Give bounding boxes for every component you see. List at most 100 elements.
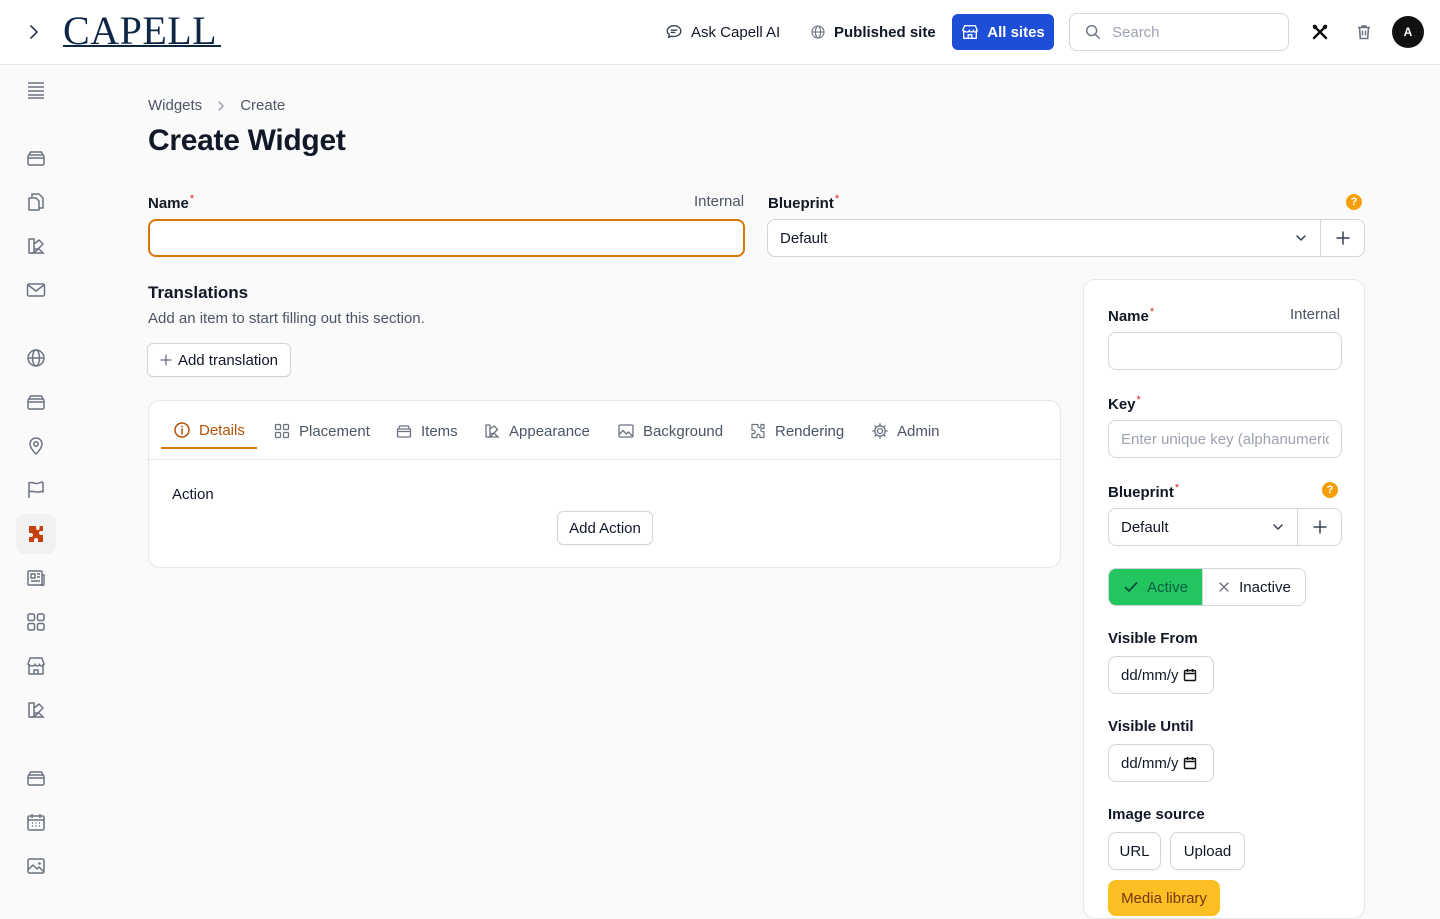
sidebar-item-flag[interactable] [16, 470, 56, 510]
name-field[interactable] [150, 221, 743, 255]
tools-button[interactable] [1308, 20, 1332, 44]
blueprint-label-text: Blueprint [768, 195, 834, 212]
sidebar-item-archive-3[interactable] [16, 758, 56, 798]
search-icon [1084, 23, 1102, 41]
sidebar-item-documents[interactable] [16, 182, 56, 222]
translations-description: Add an item to start filling out this se… [148, 310, 425, 327]
chevron-down-icon [1273, 524, 1283, 531]
storefront-icon [961, 23, 979, 41]
side-name-field-wrapper [1108, 332, 1342, 370]
name-field-wrapper [148, 219, 745, 257]
sidebar-item-location[interactable] [16, 426, 56, 466]
tab-appearance[interactable]: Appearance [471, 413, 602, 449]
tab-placement-label: Placement [299, 422, 370, 440]
sidebar-item-media[interactable] [16, 846, 56, 886]
image-source-upload-button[interactable]: Upload [1170, 832, 1245, 870]
active-option[interactable]: Active [1109, 569, 1202, 605]
add-blueprint-button[interactable] [1320, 220, 1364, 256]
top-bar: CAPELL Ask Capell AI Published site All … [0, 0, 1440, 65]
delete-button[interactable] [1352, 20, 1376, 44]
chevron-right-icon [214, 99, 228, 113]
ask-ai-link[interactable]: Ask Capell AI [665, 20, 780, 44]
squares-icon [27, 613, 45, 631]
add-action-button[interactable]: Add Action [557, 511, 653, 545]
add-action-label: Add Action [569, 519, 641, 537]
side-name-label-text: Name [1108, 308, 1149, 325]
key-label: Key* [1108, 394, 1141, 413]
visible-until-label: Visible Until [1108, 718, 1194, 735]
wrench-screwdriver-icon [1312, 24, 1328, 40]
tab-placement[interactable]: Placement [261, 413, 382, 449]
sidebar-item-swatch-2[interactable] [16, 690, 56, 730]
sidebar-item-archive[interactable] [16, 138, 56, 178]
published-site-link[interactable]: Published site [810, 20, 936, 44]
help-icon[interactable]: ? [1346, 194, 1362, 210]
active-label: Active [1147, 578, 1188, 596]
media-library-button[interactable]: Media library [1108, 880, 1220, 916]
user-avatar[interactable]: A [1392, 16, 1424, 48]
map-pin-icon [29, 437, 43, 456]
search-input[interactable] [1112, 23, 1272, 41]
image-source-label: Image source [1108, 806, 1205, 823]
inactive-option[interactable]: Inactive [1202, 569, 1305, 605]
status-toggle: Active Inactive [1108, 568, 1306, 606]
tab-rendering[interactable]: Rendering [737, 413, 856, 449]
visible-from-input[interactable]: dd/mm/y [1108, 656, 1214, 694]
sidebar-item-store[interactable] [16, 646, 56, 686]
archive-icon [27, 395, 45, 410]
sidebar-item-mail[interactable] [16, 270, 56, 310]
all-sites-label: All sites [987, 23, 1045, 41]
add-translation-label: Add translation [177, 351, 279, 369]
logo-underline [63, 45, 221, 47]
sidebar-item-news[interactable] [16, 558, 56, 598]
sidebar-item-globe[interactable] [16, 338, 56, 378]
side-form-panel: Name* Internal Key* Blueprint* ? Default… [1083, 279, 1365, 919]
visible-until-input[interactable]: dd/mm/y [1108, 744, 1214, 782]
archive-icon [27, 151, 45, 166]
side-name-hint: Internal [1290, 306, 1341, 323]
sidebar-item-calendar[interactable] [16, 802, 56, 842]
sidebar-item-grid[interactable] [16, 602, 56, 642]
sidebar-menu-button[interactable] [16, 70, 56, 110]
tab-background[interactable]: Background [605, 413, 735, 449]
tab-details[interactable]: Details [161, 413, 257, 449]
close-icon [1219, 582, 1229, 592]
sidebar-item-swatch[interactable] [16, 226, 56, 266]
all-sites-button[interactable]: All sites [952, 14, 1054, 50]
visible-until-value: dd/mm/y [1121, 754, 1179, 772]
side-name-field[interactable] [1109, 333, 1341, 369]
mail-icon [26, 283, 46, 297]
side-blueprint-label-text: Blueprint [1108, 484, 1174, 501]
required-marker: * [1174, 482, 1180, 494]
tab-background-label: Background [643, 422, 724, 440]
swatch-icon [28, 702, 45, 718]
expand-sidebar-button[interactable] [22, 20, 46, 44]
breadcrumb-widgets-link[interactable]: Widgets [148, 97, 202, 114]
blueprint-select[interactable]: Default [768, 220, 1320, 256]
newspaper-icon [27, 570, 45, 587]
name-label: Name* [148, 193, 194, 212]
media-library-label: Media library [1121, 889, 1207, 907]
sidebar-item-widgets[interactable] [16, 514, 56, 554]
visible-from-label: Visible From [1108, 630, 1198, 647]
image-source-url-button[interactable]: URL [1108, 832, 1161, 870]
tab-admin[interactable]: Admin [859, 413, 952, 449]
add-translation-button[interactable]: Add translation [147, 343, 291, 377]
info-icon [174, 422, 190, 438]
puzzle-icon [751, 423, 765, 439]
tab-items[interactable]: Items [383, 413, 470, 449]
side-blueprint-select[interactable]: Default [1109, 509, 1297, 545]
photo-icon [618, 424, 634, 438]
chevron-right-icon [30, 25, 38, 39]
sidebar-item-archive-2[interactable] [16, 382, 56, 422]
inactive-label: Inactive [1239, 578, 1291, 596]
check-icon [1124, 582, 1138, 592]
plus-icon [1335, 231, 1350, 245]
photo-icon [27, 858, 45, 874]
side-add-blueprint-button[interactable] [1297, 509, 1341, 545]
key-field[interactable] [1109, 421, 1341, 457]
help-icon[interactable]: ? [1322, 482, 1338, 498]
swatch-icon [485, 424, 500, 438]
search-box [1069, 13, 1289, 51]
ask-ai-label: Ask Capell AI [691, 23, 781, 41]
